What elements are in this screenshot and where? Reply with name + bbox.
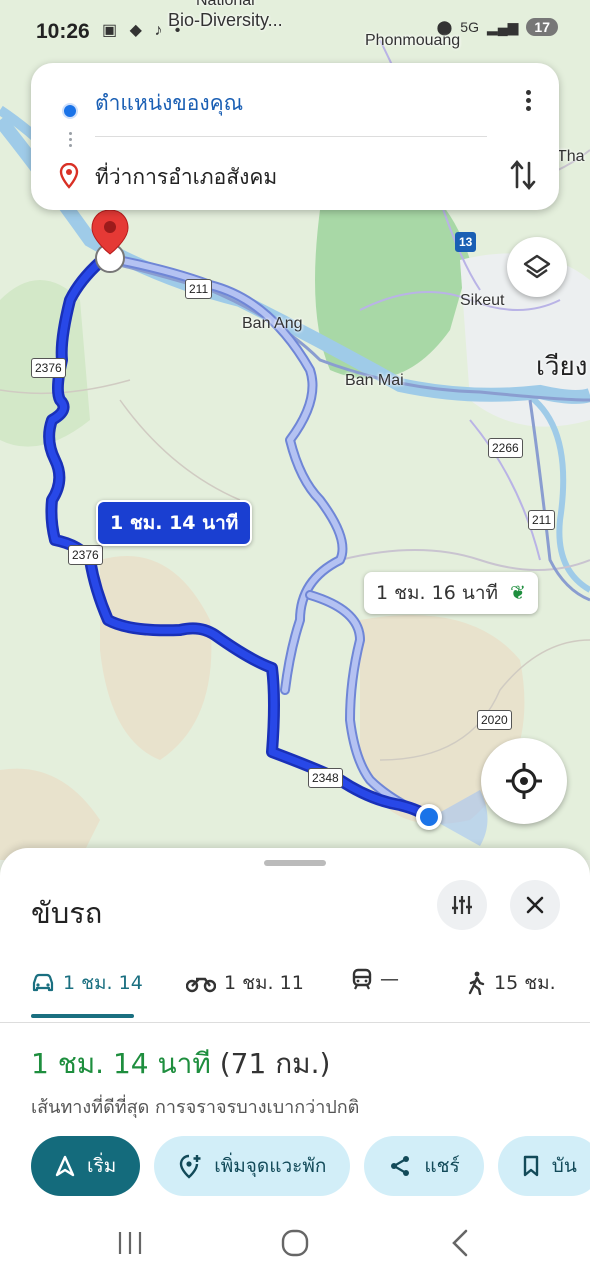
share-label: แชร์: [424, 1155, 460, 1177]
active-tab-indicator: [31, 1014, 134, 1018]
battery-badge: 17: [526, 18, 558, 36]
share-icon: [391, 1156, 410, 1176]
route-duration: 1 ชม. 14 นาที: [31, 1047, 211, 1080]
walk-icon: [468, 971, 485, 995]
share-button[interactable]: แชร์: [364, 1136, 484, 1196]
tab-drive[interactable]: 1 ชม. 14: [31, 968, 143, 998]
close-button[interactable]: [510, 880, 560, 930]
route-distance: (71 กม.): [219, 1047, 331, 1080]
route-summary: 1 ชม. 14 นาที (71 กม.): [31, 1042, 330, 1086]
add-stop-button[interactable]: เพิ่มจุดแวะพัก: [154, 1136, 351, 1196]
map-label-phonmouang: Phonmouang: [365, 32, 461, 49]
route-alt-time-label: 1 ชม. 16 นาที: [376, 582, 499, 604]
add-location-icon: [180, 1154, 201, 1179]
travel-mode-tabs: 1 ชม. 14 1 ชม. 11 — 15 ชม.: [0, 958, 590, 1023]
tab-transit-label: —: [380, 968, 399, 990]
start-button-label: เริ่ม: [87, 1155, 117, 1177]
tab-drive-label: 1 ชม. 14: [63, 972, 143, 994]
search-divider: [95, 136, 487, 137]
close-icon: [526, 896, 544, 914]
swap-directions-icon[interactable]: [509, 157, 537, 193]
crosshair-icon: [506, 763, 542, 799]
recent-apps-icon[interactable]: [116, 1230, 144, 1256]
tab-walk-label: 15 ชม.: [494, 972, 556, 994]
signal-icon: ▂▄▆: [486, 18, 519, 35]
tab-motorcycle-label: 1 ชม. 11: [224, 972, 304, 994]
map-label-thai-partial: Tha: [557, 148, 585, 165]
tune-icon: [452, 896, 472, 914]
route-shield-2348: 2348: [308, 768, 343, 788]
home-icon[interactable]: [280, 1228, 310, 1258]
action-buttons: เริ่ม เพิ่มจุดแวะพัก แชร์ บัน: [31, 1136, 590, 1196]
layers-icon: [523, 254, 551, 279]
route-shield-2376: 2376: [31, 358, 66, 378]
sheet-drag-handle[interactable]: [264, 860, 326, 866]
save-button[interactable]: บัน: [497, 1136, 590, 1196]
start-button[interactable]: เริ่ม: [31, 1136, 141, 1196]
route-connector-dots: [69, 129, 72, 150]
layers-button[interactable]: [507, 237, 567, 297]
map-label-national: National: [196, 0, 255, 9]
destination-pin-icon[interactable]: [88, 208, 132, 274]
back-icon[interactable]: [448, 1228, 472, 1258]
map-label-ban-ang: Ban Ang: [242, 315, 303, 332]
tab-motorcycle[interactable]: 1 ชม. 11: [186, 968, 304, 998]
destination-field[interactable]: ที่ว่าการอำเภอสังคม: [95, 161, 277, 194]
network-label: 5G: [460, 19, 479, 35]
navigation-arrow-icon: [55, 1155, 75, 1177]
motorcycle-icon: [186, 977, 216, 993]
my-location-button[interactable]: [481, 738, 567, 824]
map-label-bio-diversity: Bio-Diversity...: [168, 10, 283, 30]
route-shield-211: 211: [528, 510, 556, 530]
destination-marker-icon: [59, 163, 79, 189]
transit-icon: [352, 968, 372, 990]
status-time: 10:26: [36, 20, 90, 43]
destination-row[interactable]: ที่ว่าการอำเภอสังคม: [31, 149, 559, 199]
directions-search-card: ตำแหน่งของคุณ ที่ว่าการอำเภอสังคม: [31, 63, 559, 210]
route-shield-2266: 2266: [488, 438, 523, 458]
save-label: บัน: [551, 1155, 577, 1177]
route-alt-time-bubble[interactable]: 1 ชม. 16 นาที ❦: [364, 572, 538, 614]
map-view[interactable]: 10:26 ▣ ◆ ♪ • ⬤ 5G ▂▄▆ 17 National Bio-D…: [0, 0, 590, 860]
map-label-vieng: เวียง: [536, 351, 588, 381]
car-icon: [32, 973, 54, 992]
route-shield-13: 13: [455, 232, 477, 252]
tab-walk[interactable]: 15 ชม.: [466, 968, 556, 998]
origin-row[interactable]: ตำแหน่งของคุณ: [31, 75, 559, 125]
status-bar: 10:26 ▣ ◆ ♪ • ⬤ 5G ▂▄▆ 17: [0, 0, 590, 60]
more-options-icon[interactable]: [526, 87, 531, 114]
system-navigation-bar: [0, 1208, 590, 1280]
tab-transit[interactable]: —: [352, 968, 399, 990]
origin-dot-icon: [62, 103, 78, 119]
map-label-ban-mai: Ban Mai: [345, 372, 404, 389]
map-label-sikeut: Sikeut: [460, 292, 505, 309]
bookmark-icon: [523, 1155, 538, 1177]
route-shield-2376: 2376: [68, 545, 103, 565]
route-options-button[interactable]: [437, 880, 487, 930]
route-main-time-bubble[interactable]: 1 ชม. 14 นาที: [96, 500, 253, 546]
route-shield-211: 211: [185, 279, 213, 299]
route-shield-2020: 2020: [477, 710, 512, 730]
add-stop-label: เพิ่มจุดแวะพัก: [214, 1155, 327, 1177]
origin-field[interactable]: ตำแหน่งของคุณ: [95, 87, 243, 120]
travel-mode-title: ขับรถ: [31, 896, 103, 930]
current-location-dot: [416, 804, 442, 830]
route-description: เส้นทางที่ดีที่สุด การจราจรบางเบากว่าปกต…: [31, 1097, 360, 1118]
eco-leaf-icon: ❦: [510, 582, 526, 604]
